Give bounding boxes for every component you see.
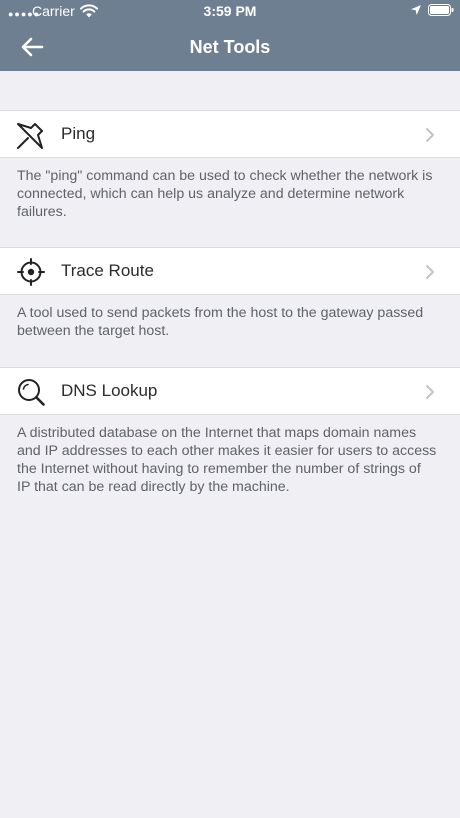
chevron-right-icon bbox=[426, 128, 434, 142]
tool-row-trace-route[interactable]: Trace Route bbox=[0, 247, 460, 295]
status-bar: ●●●●● Carrier 3:59 PM bbox=[0, 0, 460, 24]
status-time: 3:59 PM bbox=[203, 3, 257, 19]
pin-icon bbox=[17, 123, 43, 149]
battery-icon bbox=[428, 4, 454, 16]
navigation-bar: Net Tools bbox=[0, 24, 460, 71]
tool-row-ping[interactable]: Ping bbox=[0, 110, 460, 158]
chevron-right-icon bbox=[426, 265, 434, 279]
top-bar: ●●●●● Carrier 3:59 PM Net Tools bbox=[0, 0, 460, 71]
tool-label: Trace Route bbox=[61, 261, 154, 280]
page-title: Net Tools bbox=[189, 37, 271, 57]
chevron-right-icon bbox=[426, 385, 434, 399]
tool-description: A tool used to send packets from the hos… bbox=[17, 305, 424, 339]
search-icon bbox=[18, 379, 45, 406]
tool-label: Ping bbox=[61, 124, 96, 143]
location-arrow-icon bbox=[411, 5, 421, 15]
tool-description: A distributed database on the Internet t… bbox=[17, 425, 437, 495]
tool-description: The "ping" command can be used to check … bbox=[17, 168, 433, 220]
crosshair-icon bbox=[17, 258, 45, 286]
tool-label: DNS Lookup bbox=[61, 381, 158, 400]
tool-row-dns-lookup[interactable]: DNS Lookup bbox=[0, 367, 460, 415]
